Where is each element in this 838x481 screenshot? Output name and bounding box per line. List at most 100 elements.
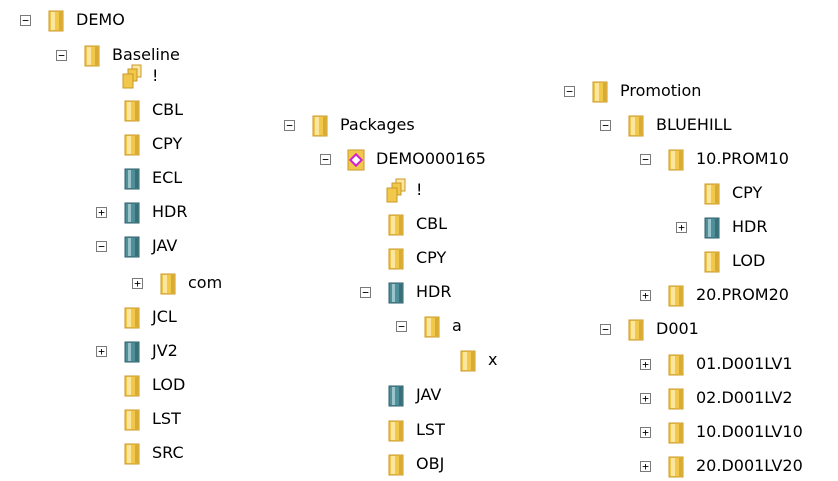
- tree-node-promo-01.d001lv1[interactable]: +01.D001LV1: [640, 349, 793, 379]
- tree-node-label: BLUEHILL: [656, 115, 732, 134]
- collapse-toggle[interactable]: −: [96, 240, 107, 252]
- folder-icon: [422, 314, 442, 339]
- tree-node-promo-10.prom10[interactable]: − 10.PROM10: [640, 144, 789, 174]
- collapse-toggle[interactable]: −: [564, 85, 575, 97]
- tree-node-promo-20.d001lv20[interactable]: +20.D001LV20: [640, 451, 803, 481]
- tree-node-promo-cpy[interactable]: CPY: [676, 178, 762, 208]
- tree-node-pkg-cpy[interactable]: CPY: [360, 243, 446, 273]
- tree-node-cbl[interactable]: CBL: [96, 95, 183, 125]
- folder-icon: [122, 373, 142, 398]
- tree-node-pkg-obj[interactable]: OBJ: [360, 449, 444, 479]
- tree-node-cpy[interactable]: CPY: [96, 129, 182, 159]
- tree-node-label: ECL: [152, 168, 183, 187]
- folder-teal-icon: [122, 200, 142, 225]
- tree-node-label: !: [416, 180, 423, 199]
- tree-node-label: LOD: [732, 251, 766, 270]
- tree-node-label: 02.D001LV2: [696, 388, 793, 407]
- tree-node-com[interactable]: + com: [132, 268, 222, 298]
- tree-node-jav[interactable]: − JAV: [96, 231, 177, 261]
- tree-node-lst[interactable]: LST: [96, 404, 181, 434]
- folder-teal-icon: [386, 280, 406, 305]
- tree-node-label: JCL: [152, 307, 177, 326]
- tree-node-demo[interactable]: − DEMO: [20, 5, 125, 35]
- collapse-toggle[interactable]: −: [284, 119, 295, 131]
- folder-icon: [122, 305, 142, 330]
- tree-node-promo-bluehill[interactable]: − BLUEHILL: [600, 110, 732, 140]
- tree-node-label: LOD: [152, 375, 186, 394]
- folder-icon: [386, 212, 406, 237]
- tree-node-label: LST: [152, 409, 181, 428]
- folder-teal-icon: [386, 383, 406, 408]
- expand-toggle[interactable]: +: [640, 460, 651, 472]
- tree-node-label: DEMO000165: [376, 149, 486, 168]
- tree-node-label: CPY: [152, 134, 183, 153]
- tree-node-promo-20.prom20[interactable]: +20.PROM20: [640, 280, 789, 310]
- expand-toggle[interactable]: +: [96, 345, 107, 357]
- folder-icon: [626, 317, 646, 342]
- tree-node-demo000165[interactable]: − DEMO000165: [320, 144, 486, 174]
- tree-node-label: CBL: [152, 100, 184, 119]
- tree-node-label: !: [152, 66, 159, 85]
- expand-toggle[interactable]: +: [676, 221, 687, 233]
- folder-icon: [666, 420, 686, 445]
- tree-node-promo-lod[interactable]: LOD: [676, 246, 765, 276]
- tree-node-ecl[interactable]: ECL: [96, 163, 182, 193]
- expand-toggle[interactable]: +: [640, 392, 651, 404]
- collapse-toggle[interactable]: −: [320, 153, 331, 165]
- folder-stack-icon: [122, 64, 142, 89]
- tree-node-pkg-hdr[interactable]: − HDR: [360, 277, 451, 307]
- expand-toggle[interactable]: +: [640, 426, 651, 438]
- tree-node-label: JAV: [416, 385, 442, 404]
- folder-icon: [386, 246, 406, 271]
- tree-node-promo-hdr[interactable]: + HDR: [676, 212, 767, 242]
- folder-icon: [122, 132, 142, 157]
- expand-toggle[interactable]: +: [640, 289, 651, 301]
- expand-toggle[interactable]: +: [96, 206, 107, 218]
- tree-node-src[interactable]: SRC: [96, 438, 184, 468]
- folder-icon: [626, 113, 646, 138]
- tree-node-promo-10.d001lv10[interactable]: +10.D001LV10: [640, 417, 803, 447]
- expand-toggle[interactable]: +: [640, 358, 651, 370]
- tree-node-pkg-jav[interactable]: JAV: [360, 380, 441, 410]
- collapse-toggle[interactable]: −: [396, 320, 407, 332]
- tree-node-label: 20.PROM20: [696, 285, 789, 304]
- tree-node-jv2[interactable]: + JV2: [96, 336, 178, 366]
- tree-node-label: 10.D001LV10: [696, 422, 803, 441]
- tree-node-pkg-![interactable]: !: [360, 175, 422, 205]
- tree-node-promo-02.d001lv2[interactable]: +02.D001LV2: [640, 383, 793, 413]
- collapse-toggle[interactable]: −: [640, 153, 651, 165]
- tree-node-promotion[interactable]: − Promotion: [564, 76, 701, 106]
- tree-node-label: JV2: [152, 341, 178, 360]
- tree-node-label: JAV: [152, 236, 178, 255]
- collapse-toggle[interactable]: −: [600, 119, 611, 131]
- tree-node-pkg-a[interactable]: − a: [396, 311, 462, 341]
- collapse-toggle[interactable]: −: [600, 323, 611, 335]
- expand-toggle[interactable]: +: [132, 277, 143, 289]
- tree-node-lod[interactable]: LOD: [96, 370, 185, 400]
- collapse-toggle[interactable]: −: [360, 286, 371, 298]
- tree-node-hdr[interactable]: + HDR: [96, 197, 187, 227]
- tree-node-packages[interactable]: − Packages: [284, 110, 415, 140]
- folder-teal-icon: [122, 234, 142, 259]
- folder-icon: [122, 441, 142, 466]
- tree-node-![interactable]: !: [96, 61, 158, 91]
- folder-icon: [666, 352, 686, 377]
- folder-icon: [590, 79, 610, 104]
- folder-stack-icon: [386, 178, 406, 203]
- tree-node-pkg-lst[interactable]: LST: [360, 415, 445, 445]
- collapse-toggle[interactable]: −: [56, 49, 67, 61]
- tree-node-label: CBL: [416, 214, 448, 233]
- tree-node-label: LST: [416, 420, 445, 439]
- folder-icon: [666, 283, 686, 308]
- folder-teal-icon: [122, 339, 142, 364]
- tree-node-promo-d001[interactable]: − D001: [600, 314, 699, 344]
- tree-node-label: x: [488, 350, 498, 369]
- tree-node-label: HDR: [152, 202, 188, 221]
- tree-node-label: com: [188, 273, 223, 292]
- tree-node-jcl[interactable]: JCL: [96, 302, 177, 332]
- tree-node-pkg-cbl[interactable]: CBL: [360, 209, 447, 239]
- collapse-toggle[interactable]: −: [20, 14, 31, 26]
- folder-icon: [702, 249, 722, 274]
- tree-node-pkg-x[interactable]: x: [432, 345, 497, 375]
- folder-icon: [46, 8, 66, 33]
